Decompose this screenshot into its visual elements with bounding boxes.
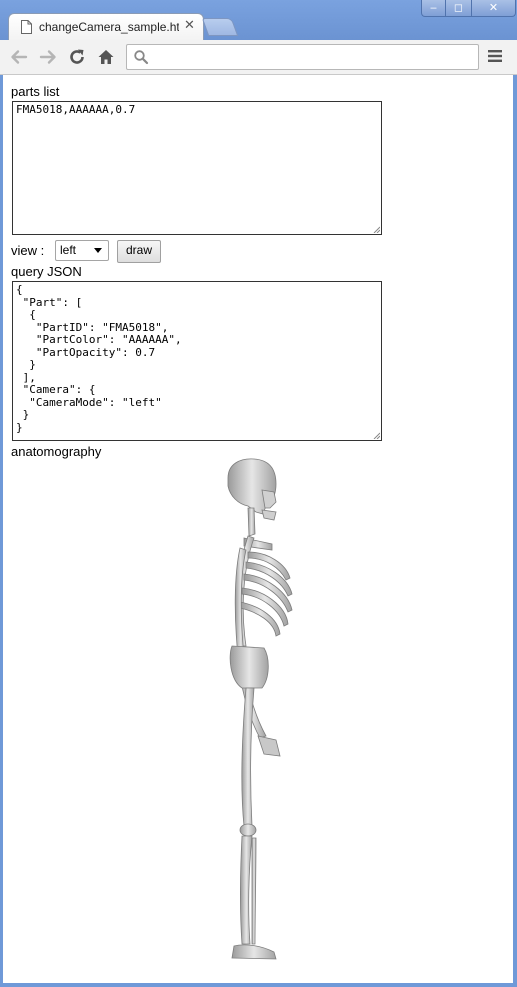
search-icon (134, 50, 149, 65)
parts-list-textarea[interactable]: FMA5018,AAAAAA,0.7 (12, 101, 382, 235)
close-window-button[interactable]: ✕ (471, 0, 516, 17)
query-json-textarea[interactable]: { "Part": [ { "PartID": "FMA5018", "Part… (12, 281, 382, 441)
back-arrow-icon[interactable] (10, 48, 28, 66)
skeleton-render-image (227, 458, 293, 960)
browser-toolbar (0, 40, 517, 75)
view-select-value: left (60, 243, 77, 257)
page-content: parts list FMA5018,AAAAAA,0.7 view : lef… (3, 75, 513, 983)
browser-tab[interactable]: changeCamera_sample.html ✕ (8, 13, 204, 42)
query-json-label: query JSON (11, 264, 82, 279)
resize-grip-icon[interactable] (373, 226, 380, 233)
address-input[interactable] (155, 47, 475, 67)
draw-button[interactable]: draw (117, 240, 161, 263)
document-icon (21, 20, 32, 34)
title-bar: changeCamera_sample.html ✕ ‒ ◻ ✕ (0, 0, 517, 42)
view-select[interactable]: left (55, 240, 109, 261)
anatomography-label: anatomography (11, 444, 102, 459)
view-label: view : (11, 243, 45, 258)
resize-grip-icon[interactable] (373, 432, 380, 439)
new-tab-button[interactable] (201, 18, 239, 36)
chevron-down-icon (94, 248, 102, 253)
hamburger-menu-icon[interactable] (487, 49, 503, 63)
parts-list-label: parts list (11, 84, 60, 99)
forward-arrow-icon[interactable] (39, 48, 57, 66)
maximize-button[interactable]: ◻ (445, 0, 472, 17)
home-icon[interactable] (97, 48, 115, 66)
tab-title: changeCamera_sample.html (39, 20, 179, 34)
tab-close-icon[interactable]: ✕ (184, 18, 195, 33)
address-bar[interactable] (126, 44, 479, 70)
reload-icon[interactable] (68, 48, 86, 66)
minimize-button[interactable]: ‒ (421, 0, 446, 17)
